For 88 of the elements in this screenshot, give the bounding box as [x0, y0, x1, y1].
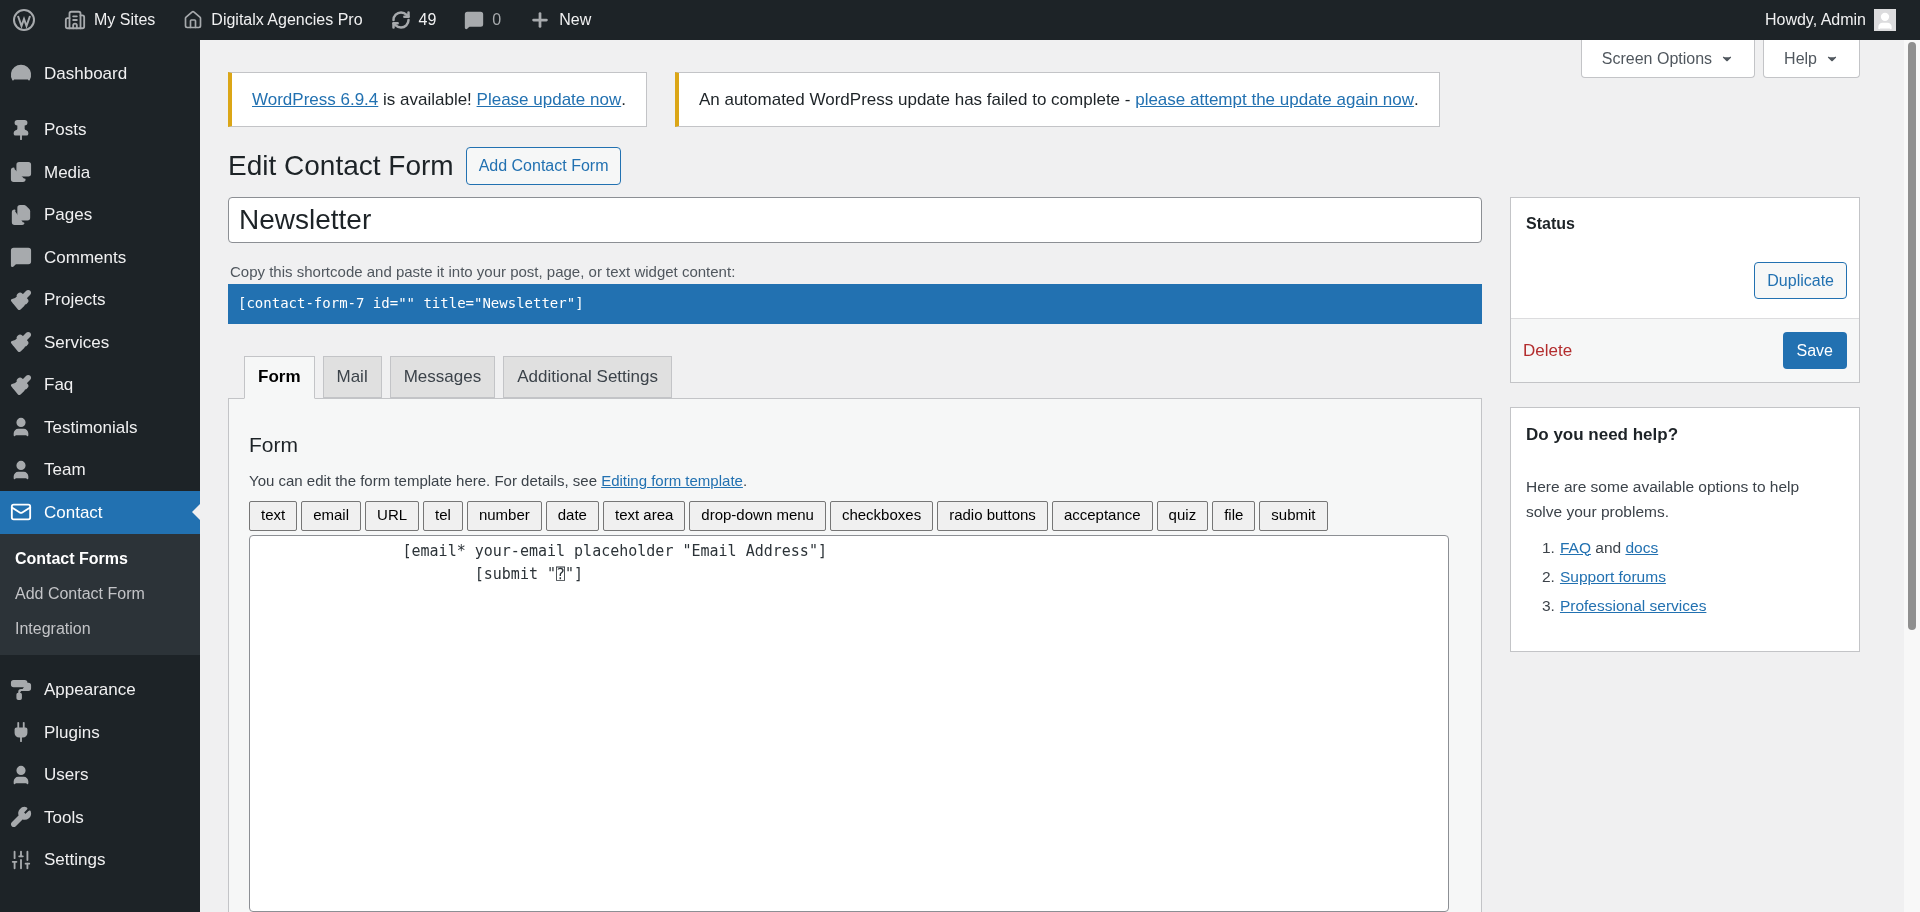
menu-item[interactable]: Appearance — [0, 668, 200, 711]
tab[interactable]: Additional Settings — [503, 355, 672, 398]
text-link[interactable]: Support forums — [1559, 564, 1666, 588]
menu-item[interactable]: Posts — [0, 108, 200, 151]
tag-generator-button[interactable]: radio buttons — [937, 500, 1048, 531]
tag-generator-button[interactable]: acceptance — [1051, 500, 1153, 531]
tag-generator-button[interactable]: URL — [365, 500, 420, 531]
menu-item[interactable]: Media — [0, 151, 200, 194]
form-template-editor[interactable]: [email* your-email placeholder "Email Address"] [submit "⍰"] — [249, 534, 1449, 912]
wrench-icon — [10, 806, 32, 829]
tag-generator-button[interactable]: tel — [423, 500, 463, 531]
add-contact-form-button[interactable]: Add Contact Form — [465, 147, 622, 185]
text-link[interactable]: Editing form template — [601, 472, 743, 489]
duplicate-button[interactable]: Duplicate — [1754, 262, 1847, 299]
text-link[interactable]: WordPress 6.9.4 — [252, 86, 379, 113]
panel-heading: Form — [249, 431, 299, 458]
template-line: [submit "⍰"] — [473, 563, 584, 585]
save-button[interactable]: Save — [1782, 332, 1847, 369]
text-link[interactable]: FAQ — [1559, 535, 1591, 559]
page-title: Edit Contact Form — [228, 149, 454, 183]
my-sites-link[interactable]: My Sites — [94, 8, 156, 32]
menu-item[interactable]: Team — [0, 448, 200, 491]
update-notice: WordPress 6.9.4 is available! Please update now. — [228, 72, 647, 127]
status-title: Status — [1525, 214, 1576, 234]
help-box: Do you need help? Here are some available options to help solve your problems. 1. FAQ and docs 2. Support forums 3. Professional services — [1510, 407, 1860, 653]
sliders-icon — [10, 848, 32, 871]
menu-item[interactable]: Plugins — [0, 711, 200, 754]
text-link[interactable]: Professional services — [1559, 594, 1707, 618]
tag-generator-button[interactable]: email — [301, 500, 362, 531]
tag-generator-button[interactable]: file — [1212, 500, 1256, 531]
current-arrow-icon — [192, 504, 200, 520]
tab[interactable]: Messages — [389, 355, 496, 398]
menu-item[interactable]: Projects — [0, 278, 200, 321]
tag-generator-button[interactable]: date — [545, 500, 599, 531]
new-link[interactable]: New — [559, 8, 592, 32]
tab[interactable]: Form — [244, 355, 315, 399]
menu-item[interactable]: Comments — [0, 236, 200, 279]
tab[interactable]: Mail — [322, 355, 382, 398]
help-text: Here are some available options to help solve your problems. — [1526, 476, 1801, 522]
form-title-field[interactable]: Newsletter — [228, 197, 1482, 243]
site-name-link[interactable]: Digitalx Agencies Pro — [211, 8, 363, 32]
brush-icon — [10, 288, 32, 311]
comment-icon — [10, 246, 32, 269]
text-link[interactable]: docs — [1625, 535, 1659, 559]
tag-generator-button[interactable]: number — [466, 500, 542, 531]
greeting-text[interactable]: Howdy, Admin — [1764, 8, 1866, 32]
tag-generator-button[interactable]: quiz — [1156, 500, 1209, 531]
updates-count[interactable]: 49 — [418, 8, 437, 32]
submenu-item[interactable]: Integration — [0, 611, 200, 647]
menu-item[interactable]: Users — [0, 753, 200, 796]
template-line: [email* your-email placeholder "Email Address"] — [401, 540, 827, 562]
list-number: 2. — [1542, 566, 1555, 587]
menu-item[interactable]: Dashboard — [0, 52, 200, 95]
screen-meta-toggle[interactable]: Screen Options — [1580, 40, 1756, 78]
help-title: Do you need help? — [1526, 424, 1680, 446]
screen-meta-toggle[interactable]: Help — [1763, 40, 1860, 78]
menu-item[interactable]: Testimonials — [0, 406, 200, 449]
menu-item[interactable]: Settings — [0, 838, 200, 881]
text-link[interactable]: please attempt the update again now — [1135, 86, 1414, 113]
shortcode-hint: Copy this shortcode and paste it into your post, page, or text widget content: — [229, 262, 737, 282]
tag-generator-button[interactable]: checkboxes — [829, 500, 934, 531]
list-number: 3. — [1542, 596, 1555, 616]
menu-item[interactable]: Faq — [0, 363, 200, 406]
submenu-item[interactable]: Contact Forms — [0, 541, 200, 577]
menu-item[interactable]: Tools — [0, 796, 200, 839]
tag-generator-button[interactable]: text — [249, 500, 298, 531]
tag-generator-button[interactable]: drop-down menu — [689, 500, 826, 531]
tag-generator-button[interactable]: submit — [1259, 500, 1328, 531]
menu-item[interactable]: Services — [0, 321, 200, 364]
panel-description: You can edit the form template here. For details, see Editing form template. — [249, 471, 749, 491]
wordpress-logo-icon[interactable] — [12, 8, 36, 32]
list-number: 1. — [1542, 537, 1555, 558]
menu-item[interactable]: Pages — [0, 193, 200, 236]
text-link[interactable]: Please update now — [476, 86, 622, 113]
home-icon — [183, 10, 204, 30]
brush-icon — [10, 373, 32, 396]
sites-icon — [64, 9, 86, 31]
tag-generator-button[interactable]: text area — [602, 500, 686, 531]
paint-roller-icon — [10, 678, 32, 701]
menu-item[interactable]: Contact — [0, 491, 200, 534]
updates-icon — [390, 10, 411, 30]
update-notice: An automated WordPress update has failed to complete - please attempt the update again now. — [674, 72, 1440, 127]
submenu-item[interactable]: Add Contact Form — [0, 576, 200, 612]
comment-icon — [464, 10, 485, 30]
comments-count[interactable]: 0 — [492, 8, 502, 32]
delete-link[interactable]: Delete — [1523, 337, 1573, 364]
brush-icon — [10, 331, 32, 354]
shortcode-field[interactable]: [contact-form-7 id="" title="Newsletter"] — [228, 283, 1482, 324]
